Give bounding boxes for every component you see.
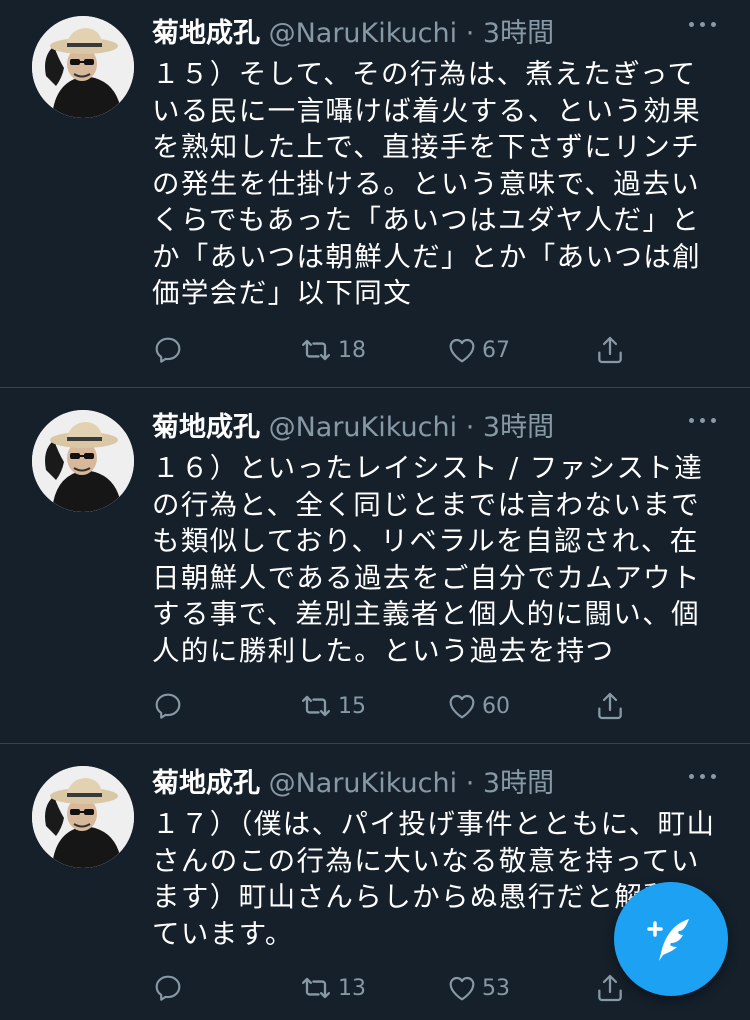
- retweet-button[interactable]: 13: [298, 968, 366, 1008]
- author-handle[interactable]: @NaruKikuchi: [269, 768, 458, 799]
- author-handle[interactable]: @NaruKikuchi: [269, 18, 458, 49]
- share-button[interactable]: [594, 330, 626, 370]
- heart-icon: [449, 694, 475, 719]
- reply-icon: [155, 337, 181, 363]
- avatar-image: [32, 766, 134, 868]
- like-button[interactable]: 67: [446, 330, 510, 370]
- like-button[interactable]: 60: [446, 686, 510, 726]
- reply-button[interactable]: [152, 330, 184, 370]
- more-dots-icon[interactable]: [689, 774, 716, 779]
- tweet-header: 菊地成孔 @NaruKikuchi · 3時間: [152, 408, 730, 448]
- compose-tweet-icon: [647, 919, 689, 961]
- separator-dot: ·: [465, 768, 475, 799]
- reply-button[interactable]: [152, 686, 184, 726]
- heart-icon: [449, 976, 475, 1001]
- reply-icon: [155, 975, 181, 1001]
- like-button[interactable]: 53: [446, 968, 510, 1008]
- separator-dot: ·: [465, 412, 475, 443]
- avatar-image: [32, 410, 134, 512]
- retweet-count: 18: [338, 337, 366, 363]
- tweet-actions: 18 67: [152, 330, 632, 370]
- separator-dot: ·: [465, 18, 475, 49]
- share-button[interactable]: [594, 686, 626, 726]
- tweet-text: １６）といったレイシスト / ファシスト達の行為と、全く同じとまでは言わないまで…: [152, 452, 704, 667]
- share-icon: [598, 336, 622, 364]
- retweet-count: 15: [338, 693, 366, 719]
- retweet-button[interactable]: 18: [298, 330, 366, 370]
- author-name[interactable]: 菊地成孔: [152, 412, 260, 443]
- compose-tweet-button[interactable]: [614, 882, 728, 996]
- tweet-header: 菊地成孔 @NaruKikuchi · 3時間: [152, 14, 730, 54]
- avatar-image: [32, 16, 134, 118]
- tweet-actions: 13 53: [152, 968, 632, 1008]
- author-name[interactable]: 菊地成孔: [152, 768, 260, 799]
- avatar[interactable]: [32, 16, 134, 118]
- author-handle[interactable]: @NaruKikuchi: [269, 412, 458, 443]
- reply-icon: [155, 693, 181, 719]
- like-count: 67: [482, 337, 510, 363]
- more-dots-icon[interactable]: [689, 22, 716, 27]
- tweet-text: １５）そして、その行為は、煮えたぎっている民に一言囁けば着火する、という効果を熟…: [152, 58, 702, 309]
- retweet-icon: [301, 339, 331, 361]
- heart-icon: [449, 338, 475, 363]
- retweet-count: 13: [338, 975, 366, 1001]
- like-count: 53: [482, 975, 510, 1001]
- retweet-button[interactable]: 15: [298, 686, 366, 726]
- reply-button[interactable]: [152, 968, 184, 1008]
- share-icon: [598, 974, 622, 1002]
- like-count: 60: [482, 693, 510, 719]
- timeline: 菊地成孔 @NaruKikuchi · 3時間 １５）そして、その行為は、煮えた…: [0, 0, 750, 1020]
- tweet-header: 菊地成孔 @NaruKikuchi · 3時間: [152, 764, 730, 804]
- tweet-time[interactable]: 3時間: [483, 18, 554, 49]
- avatar[interactable]: [32, 410, 134, 512]
- retweet-icon: [301, 695, 331, 717]
- tweet-time[interactable]: 3時間: [483, 768, 554, 799]
- share-button[interactable]: [594, 968, 626, 1008]
- tweet[interactable]: 菊地成孔 @NaruKikuchi · 3時間 １５）そして、その行為は、煮えた…: [0, 0, 750, 388]
- more-dots-icon[interactable]: [689, 418, 716, 423]
- share-icon: [598, 692, 622, 720]
- retweet-icon: [301, 977, 331, 999]
- author-name[interactable]: 菊地成孔: [152, 18, 260, 49]
- avatar[interactable]: [32, 766, 134, 868]
- tweet-actions: 15 60: [152, 686, 632, 726]
- tweet-time[interactable]: 3時間: [483, 412, 554, 443]
- tweet[interactable]: 菊地成孔 @NaruKikuchi · 3時間 １６）といったレイシスト / フ…: [0, 388, 750, 744]
